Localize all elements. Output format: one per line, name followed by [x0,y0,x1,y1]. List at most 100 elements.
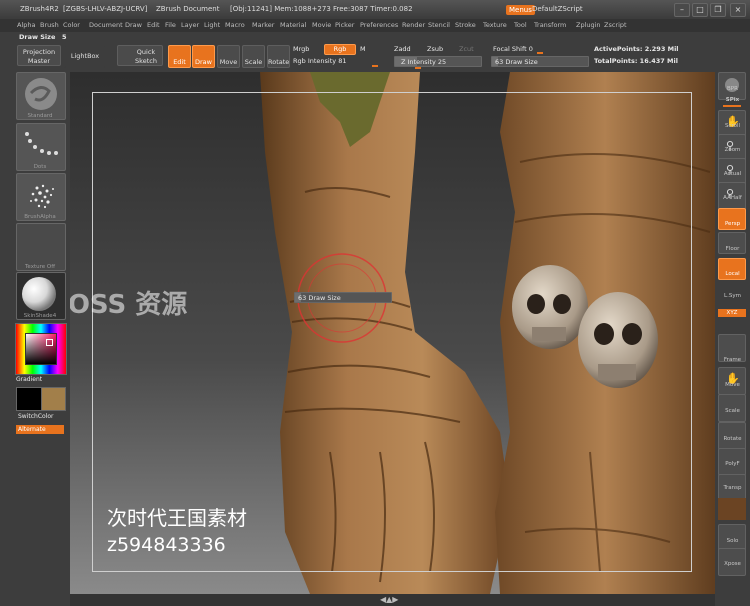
menu-macro[interactable]: Macro [225,21,245,29]
maximize-icon[interactable]: □ [692,3,708,17]
z-intensity-label: Z Intensity 25 [401,58,447,66]
zsub-button[interactable]: Zsub [427,45,443,53]
scale-label: Scale [725,408,740,414]
watermark-title: 次时代王国素材 [107,506,247,530]
menu-zplugin[interactable]: Zplugin [576,21,601,29]
z-intensity-slider[interactable]: Z Intensity 25 [394,56,482,67]
alternate-button[interactable]: Alternate [16,425,64,434]
focal-shift-slider[interactable]: Focal Shift 0 [493,45,533,53]
move-button[interactable]: Move [217,45,240,68]
menu-transform[interactable]: Transform [534,21,566,29]
collapse-arrows-icon[interactable]: ◀▲▶ [380,595,398,604]
app-name: ZBrush4R2 [20,5,59,13]
document-frame [92,92,692,572]
draw-size-slider[interactable]: 63 Draw Size [491,56,589,67]
document-canvas[interactable]: 63 Draw Size BOSS 资源 次时代王国素材 z594843336 [70,72,715,594]
move-view-button[interactable]: ✋ [718,367,746,395]
menu-material[interactable]: Material [280,21,306,29]
watermark-id: z594843336 [107,534,226,556]
texture-label: Texture Off [24,264,55,270]
gradient-label[interactable]: Gradient [16,376,42,383]
rotate-button[interactable]: Rotate [267,45,290,68]
menu-preferences[interactable]: Preferences [360,21,398,29]
active-points: ActivePoints: 2.293 Mil [594,45,679,53]
xyz-button[interactable]: XYZ [718,309,746,317]
title-bar: ZBrush4R2 [ZGBS-LHLV-ABZJ-UCRV] ZBrush D… [0,0,750,20]
minimize-icon[interactable]: – [674,3,690,17]
floating-draw-size-slider[interactable]: 63 Draw Size [294,292,392,303]
move-label: Move [725,382,740,388]
quick-sketch-button[interactable]: Quick Sketch [117,45,163,66]
right-shelf: BPR SPix ✋ Scroll ⚲ Zoom ⚲ Actual ⚲ AAHa… [715,72,750,606]
menu-light[interactable]: Light [204,21,220,29]
total-points: TotalPoints: 16.437 Mil [594,57,678,65]
menu-stencil[interactable]: Stencil [428,21,450,29]
aahalf-label: AAHalf [723,195,742,201]
menu-document[interactable]: Document [89,21,123,29]
brush-label: Standard [27,113,53,119]
material-preview-swatch [718,498,746,520]
close-icon[interactable]: × [730,3,746,17]
scale-button[interactable]: Scale [242,45,265,68]
persp-label: Persp [724,221,741,227]
top-shelf: Draw Size 5 Projection Master LightBox Q… [0,32,750,72]
menu-layer[interactable]: Layer [181,21,199,29]
material-label: SkinShade4 [23,313,57,319]
rgb-button[interactable]: Rgb [324,44,356,55]
menu-render[interactable]: Render [402,21,425,29]
menu-draw[interactable]: Draw [125,21,142,29]
menu-file[interactable]: File [165,21,176,29]
transp-label: Transp [723,485,742,491]
floor-label: Floor [725,246,740,252]
alpha-label: BrushAlpha [24,214,56,220]
switchcolor-button[interactable]: SwitchColor [18,413,54,420]
menu-zscript[interactable]: Zscript [604,21,627,29]
color-square[interactable] [25,333,57,365]
left-shelf: Standard Dots BrushAlpha Texture Off Ski… [0,72,70,606]
local-label: Local [725,271,740,277]
menu-tool[interactable]: Tool [514,21,527,29]
menu-texture[interactable]: Texture [483,21,507,29]
draw-button[interactable]: Draw [192,45,215,68]
scroll-label: Scroll [724,123,741,129]
script-button[interactable]: DefaultZScript [532,5,583,13]
projection-master-button[interactable]: Projection Master [17,45,61,66]
menu-alpha[interactable]: Alpha [17,21,35,29]
color-picker[interactable] [15,323,67,375]
rgb-intensity-marker [372,65,378,67]
zcut-button[interactable]: Zcut [459,45,474,53]
actual-label: Actual [723,171,742,177]
license-id: [ZGBS-LHLV-ABZJ-UCRV] [63,5,148,13]
menu-movie[interactable]: Movie [312,21,331,29]
bpr-label: BPR [727,86,738,92]
main-color-swatch[interactable] [16,387,42,411]
secondary-color-swatch[interactable] [41,387,66,411]
menu-marker[interactable]: Marker [252,21,274,29]
bottom-bar: ◀▲▶ [70,594,715,606]
menu-bar: Alpha Brush Color Document Draw Edit Fil… [0,19,750,33]
lightbox-button[interactable]: LightBox [64,45,106,68]
focal-shift-marker [537,52,543,54]
draw-size-label: Draw Size [19,33,56,41]
menu-picker[interactable]: Picker [335,21,354,29]
mrgb-button[interactable]: Mrgb [293,45,309,53]
xpose-label: Xpose [724,561,741,567]
menu-edit[interactable]: Edit [147,21,160,29]
floating-draw-size-label: 63 Draw Size [298,294,341,302]
menu-color[interactable]: Color [63,21,80,29]
draw-size-value: 5 [62,33,67,41]
edit-button[interactable]: Edit [168,45,191,68]
menu-stroke[interactable]: Stroke [455,21,476,29]
document-title: ZBrush Document [156,5,220,13]
watermark-logo: BOSS 资源 [70,290,188,320]
zadd-button[interactable]: Zadd [394,45,411,53]
lsym-label[interactable]: L.Sym [715,293,750,299]
m-button[interactable]: M [360,45,366,53]
restore-icon[interactable]: ❐ [710,3,726,17]
solo-label: Solo [726,538,739,544]
stroke-label: Dots [33,164,47,170]
rgb-intensity-slider[interactable]: Rgb Intensity 81 [293,57,346,65]
spix-label[interactable]: SPix [715,97,750,103]
menus-button[interactable]: Menus [506,5,535,15]
menu-brush[interactable]: Brush [40,21,59,29]
